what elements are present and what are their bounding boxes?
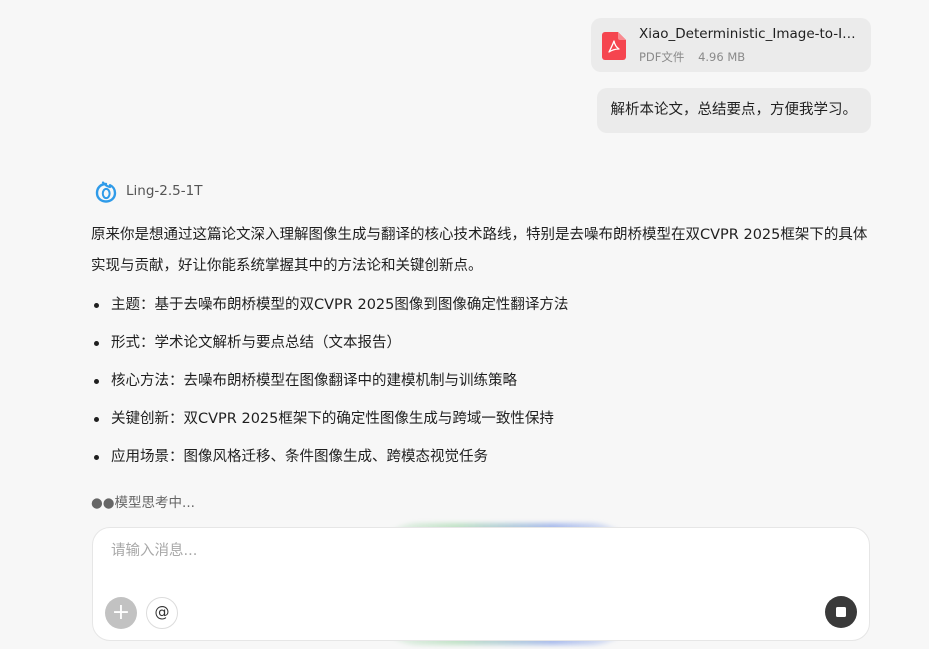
pdf-icon — [602, 32, 626, 60]
stop-generation-button[interactable] — [825, 596, 857, 628]
model-logo-icon — [95, 181, 117, 203]
bullet-item: 核心方法：去噪布朗桥模型在图像翻译中的建模机制与训练策略 — [92, 368, 872, 406]
attachment-file-name: Xiao_Deterministic_Image-to-Im... — [639, 26, 861, 42]
bullet-item: 主题：基于去噪布朗桥模型的双CVPR 2025图像到图像确定性翻译方法 — [92, 292, 872, 330]
mention-button[interactable]: @ — [146, 597, 178, 629]
pdf-attachment-card[interactable]: Xiao_Deterministic_Image-to-Im... PDF文件 … — [591, 18, 871, 72]
answer-bullet-list: 主题：基于去噪布朗桥模型的双CVPR 2025图像到图像确定性翻译方法 形式：学… — [92, 292, 872, 482]
thinking-status: ●●模型思考中... — [91, 495, 195, 511]
stop-icon — [836, 607, 846, 617]
attachment-file-type: PDF文件 — [639, 50, 685, 64]
answer-intro-paragraph: 原来你是想通过这篇论文深入理解图像生成与翻译的核心技术路线，特别是去噪布朗桥模型… — [91, 227, 868, 274]
user-message-bubble: 解析本论文，总结要点，方便我学习。 — [596, 88, 871, 133]
message-input[interactable] — [109, 542, 813, 560]
chat-page: Xiao_Deterministic_Image-to-Im... PDF文件 … — [0, 0, 929, 649]
bullet-item: 关键创新：双CVPR 2025框架下的确定性图像生成与跨域一致性保持 — [92, 406, 872, 444]
model-name: Ling-2.5-1T — [126, 183, 203, 199]
attachment-meta: PDF文件 4.96 MB — [639, 49, 745, 65]
bullet-item: 形式：学术论文解析与要点总结（文本报告） — [92, 330, 872, 368]
add-attachment-button[interactable]: + — [105, 597, 137, 629]
attachment-file-size: 4.96 MB — [698, 50, 746, 64]
message-composer: + @ — [92, 527, 870, 641]
bullet-item: 应用场景：图像风格迁移、条件图像生成、跨模态视觉任务 — [92, 444, 872, 482]
